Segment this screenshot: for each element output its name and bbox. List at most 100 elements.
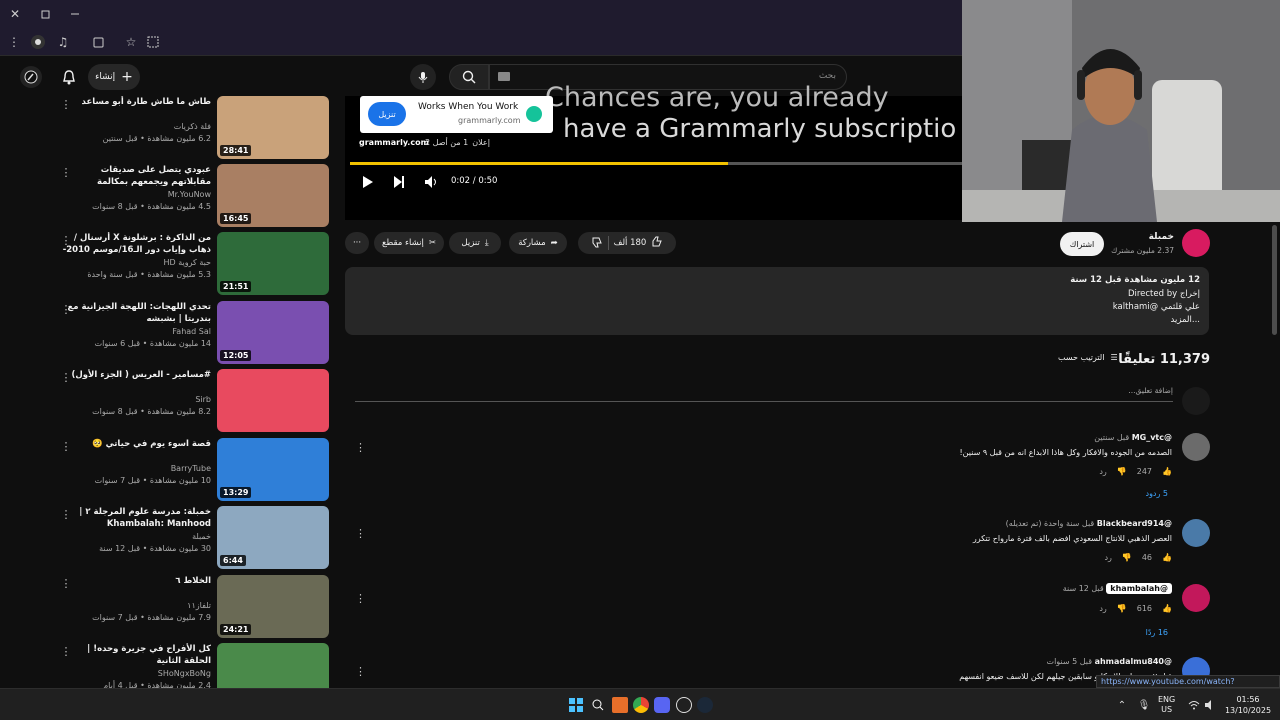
related-video-title[interactable]: الخلاط ٦: [61, 575, 211, 587]
tray-mic-icon[interactable]: 🎙: [1136, 697, 1152, 713]
ad-domain-label[interactable]: grammarly.com: [359, 138, 429, 147]
comment-avatar[interactable]: [1182, 433, 1210, 461]
profile-avatar[interactable]: [28, 32, 48, 52]
dislike-icon[interactable]: 👎: [1117, 604, 1127, 613]
related-video-channel[interactable]: Mr.YouNow: [61, 190, 211, 199]
menu-dots-icon[interactable]: ⋮: [4, 32, 24, 52]
reply-button[interactable]: رد: [1099, 467, 1106, 476]
media-controls-icon[interactable]: ♫: [53, 32, 73, 52]
voice-search-button[interactable]: [410, 64, 436, 90]
related-video-thumbnail[interactable]: 24:21: [217, 575, 329, 638]
windows-start-icon[interactable]: [568, 697, 584, 713]
comment-time[interactable]: قبل سنة واحدة (تم تعديله): [1006, 519, 1095, 528]
dislike-icon[interactable]: [591, 236, 603, 251]
related-video-title[interactable]: من الذاكرة : برشلونة X أرسنال /ذهاب وإيا…: [61, 232, 211, 256]
tray-chevron-icon[interactable]: ⌃: [1114, 697, 1130, 713]
comment-menu-icon[interactable]: ⋮: [355, 665, 366, 678]
comment-menu-icon[interactable]: ⋮: [355, 592, 366, 605]
extensions-icon[interactable]: [88, 32, 108, 52]
related-video-channel[interactable]: فلة ذكريات: [61, 122, 211, 131]
account-avatar[interactable]: [20, 66, 42, 88]
discord-icon[interactable]: [654, 697, 670, 713]
screenshot-icon[interactable]: [143, 32, 163, 52]
app-icon-circle[interactable]: [676, 697, 692, 713]
comment-avatar[interactable]: [1182, 584, 1210, 612]
related-video-title[interactable]: كل الأفراح في جزيرة وحده! | الحلقة الثان…: [61, 643, 211, 667]
like-icon[interactable]: 👍: [1162, 604, 1172, 613]
subscribe-button[interactable]: اشتراك: [1060, 232, 1104, 256]
related-video-title[interactable]: تحدي اللهجات: اللهجة الجيزانية مع بندريت…: [61, 301, 211, 325]
wifi-icon[interactable]: [1186, 697, 1202, 713]
channel-name[interactable]: خمبلة: [1149, 232, 1174, 242]
search-button[interactable]: [449, 64, 489, 90]
reply-button[interactable]: رد: [1104, 553, 1111, 562]
channel-avatar[interactable]: [1182, 229, 1210, 257]
view-replies-button[interactable]: 16 ردًا: [1146, 628, 1168, 637]
related-video-item[interactable]: ⋮ قصة اسوء يوم في حياتي 🥺 BarryTube 10 م…: [60, 438, 335, 502]
more-actions-button[interactable]: ···: [345, 232, 369, 254]
dislike-icon[interactable]: 👎: [1122, 553, 1132, 562]
close-icon[interactable]: ✕: [5, 4, 25, 24]
related-video-item[interactable]: ⋮ طاش ما طاش طارة أبو مساعد فلة ذكريات 6…: [60, 96, 335, 160]
like-icon[interactable]: 👍: [1162, 553, 1172, 562]
related-video-item[interactable]: ⋮ الخلاط ٦ تلفاز١١ 7.9 مليون مشاهدة • قب…: [60, 575, 335, 639]
related-video-title[interactable]: #مسامير - العريس ( الجزء الأول): [61, 369, 211, 381]
related-video-thumbnail[interactable]: 16:45: [217, 164, 329, 227]
comment-author[interactable]: @ahmadalmu840: [1095, 657, 1172, 666]
clip-button[interactable]: إنشاء مقطع ✂: [374, 232, 444, 254]
related-video-channel[interactable]: حبة كروية HD: [61, 258, 211, 267]
add-comment-input[interactable]: إضافة تعليق...: [355, 386, 1173, 402]
comment-menu-icon[interactable]: ⋮: [355, 527, 366, 540]
related-video-thumbnail[interactable]: 6:44: [217, 506, 329, 569]
related-video-thumbnail[interactable]: 13:29: [217, 438, 329, 501]
related-video-item[interactable]: ⋮ من الذاكرة : برشلونة X أرسنال /ذهاب وإ…: [60, 232, 335, 296]
app-icon-orange[interactable]: [612, 697, 628, 713]
related-video-title[interactable]: طاش ما طاش طارة أبو مساعد: [61, 96, 211, 108]
related-video-thumbnail[interactable]: 21:51: [217, 232, 329, 295]
ad-card[interactable]: تنزيل Works When You Work grammarly.com: [360, 96, 553, 133]
related-video-title[interactable]: خمبلة: مدرسة علوم المرجلة ٢ | Khambalah:…: [61, 506, 211, 530]
comment-menu-icon[interactable]: ⋮: [355, 441, 366, 454]
comment-author[interactable]: @khambalah: [1106, 583, 1172, 594]
related-video-channel[interactable]: SHoNgxBoNg: [61, 669, 211, 678]
chrome-icon[interactable]: [633, 697, 649, 713]
search-taskbar-icon[interactable]: [590, 697, 606, 713]
related-video-channel[interactable]: خمبلة: [61, 532, 211, 541]
like-icon[interactable]: [651, 236, 663, 251]
sort-comments-button[interactable]: ☰ الترتيب حسب: [1058, 353, 1118, 362]
related-video-item[interactable]: ⋮ #مسامير - العريس ( الجزء الأول) Sirb 8…: [60, 369, 335, 433]
related-video-thumbnail[interactable]: 28:41: [217, 96, 329, 159]
related-video-title[interactable]: عبودي يتصل على صديقات مقابلاتهم ويجمعهم …: [61, 164, 211, 188]
related-video-title[interactable]: قصة اسوء يوم في حياتي 🥺: [61, 438, 211, 450]
create-button[interactable]: إنشاء +: [88, 64, 140, 90]
play-icon[interactable]: [362, 174, 374, 193]
related-video-item[interactable]: ⋮ خمبلة: مدرسة علوم المرجلة ٢ | Khambala…: [60, 506, 335, 570]
comment-time[interactable]: قبل سنتين: [1094, 433, 1129, 442]
comment-author[interactable]: @Blackbeard914: [1097, 519, 1172, 528]
related-video-channel[interactable]: تلفاز١١: [61, 601, 211, 610]
related-video-channel[interactable]: Fahad Sal: [61, 327, 211, 336]
like-count[interactable]: 180 ألف: [614, 238, 647, 248]
view-replies-button[interactable]: 5 ردود: [1146, 489, 1169, 498]
restore-icon[interactable]: [35, 4, 55, 24]
input-language[interactable]: ENG US: [1158, 695, 1175, 715]
steam-icon[interactable]: [697, 697, 713, 713]
video-description[interactable]: 12 مليون مشاهدة قبل 12 سنة إخراج Directe…: [345, 267, 1209, 335]
keyboard-icon[interactable]: [498, 72, 510, 81]
scrollbar-thumb[interactable]: [1272, 225, 1277, 335]
share-button[interactable]: مشاركة ➦: [509, 232, 567, 254]
description-more-link[interactable]: ...المزيد: [1171, 315, 1201, 325]
volume-icon[interactable]: [424, 174, 438, 193]
speaker-icon[interactable]: [1202, 697, 1218, 713]
clock[interactable]: 01:56 13/10/2025: [1222, 694, 1274, 716]
bookmark-star-icon[interactable]: ☆: [121, 32, 141, 52]
related-video-item[interactable]: ⋮ عبودي يتصل على صديقات مقابلاتهم ويجمعه…: [60, 164, 335, 228]
comment-avatar[interactable]: [1182, 519, 1210, 547]
next-icon[interactable]: [393, 174, 405, 193]
dislike-icon[interactable]: 👎: [1117, 467, 1127, 476]
comment-time[interactable]: قبل 12 سنة: [1063, 584, 1104, 593]
like-icon[interactable]: 👍: [1162, 467, 1172, 476]
related-video-channel[interactable]: BarryTube: [61, 464, 211, 473]
ad-download-button[interactable]: تنزيل: [368, 102, 406, 126]
related-video-thumbnail[interactable]: 12:05: [217, 301, 329, 364]
